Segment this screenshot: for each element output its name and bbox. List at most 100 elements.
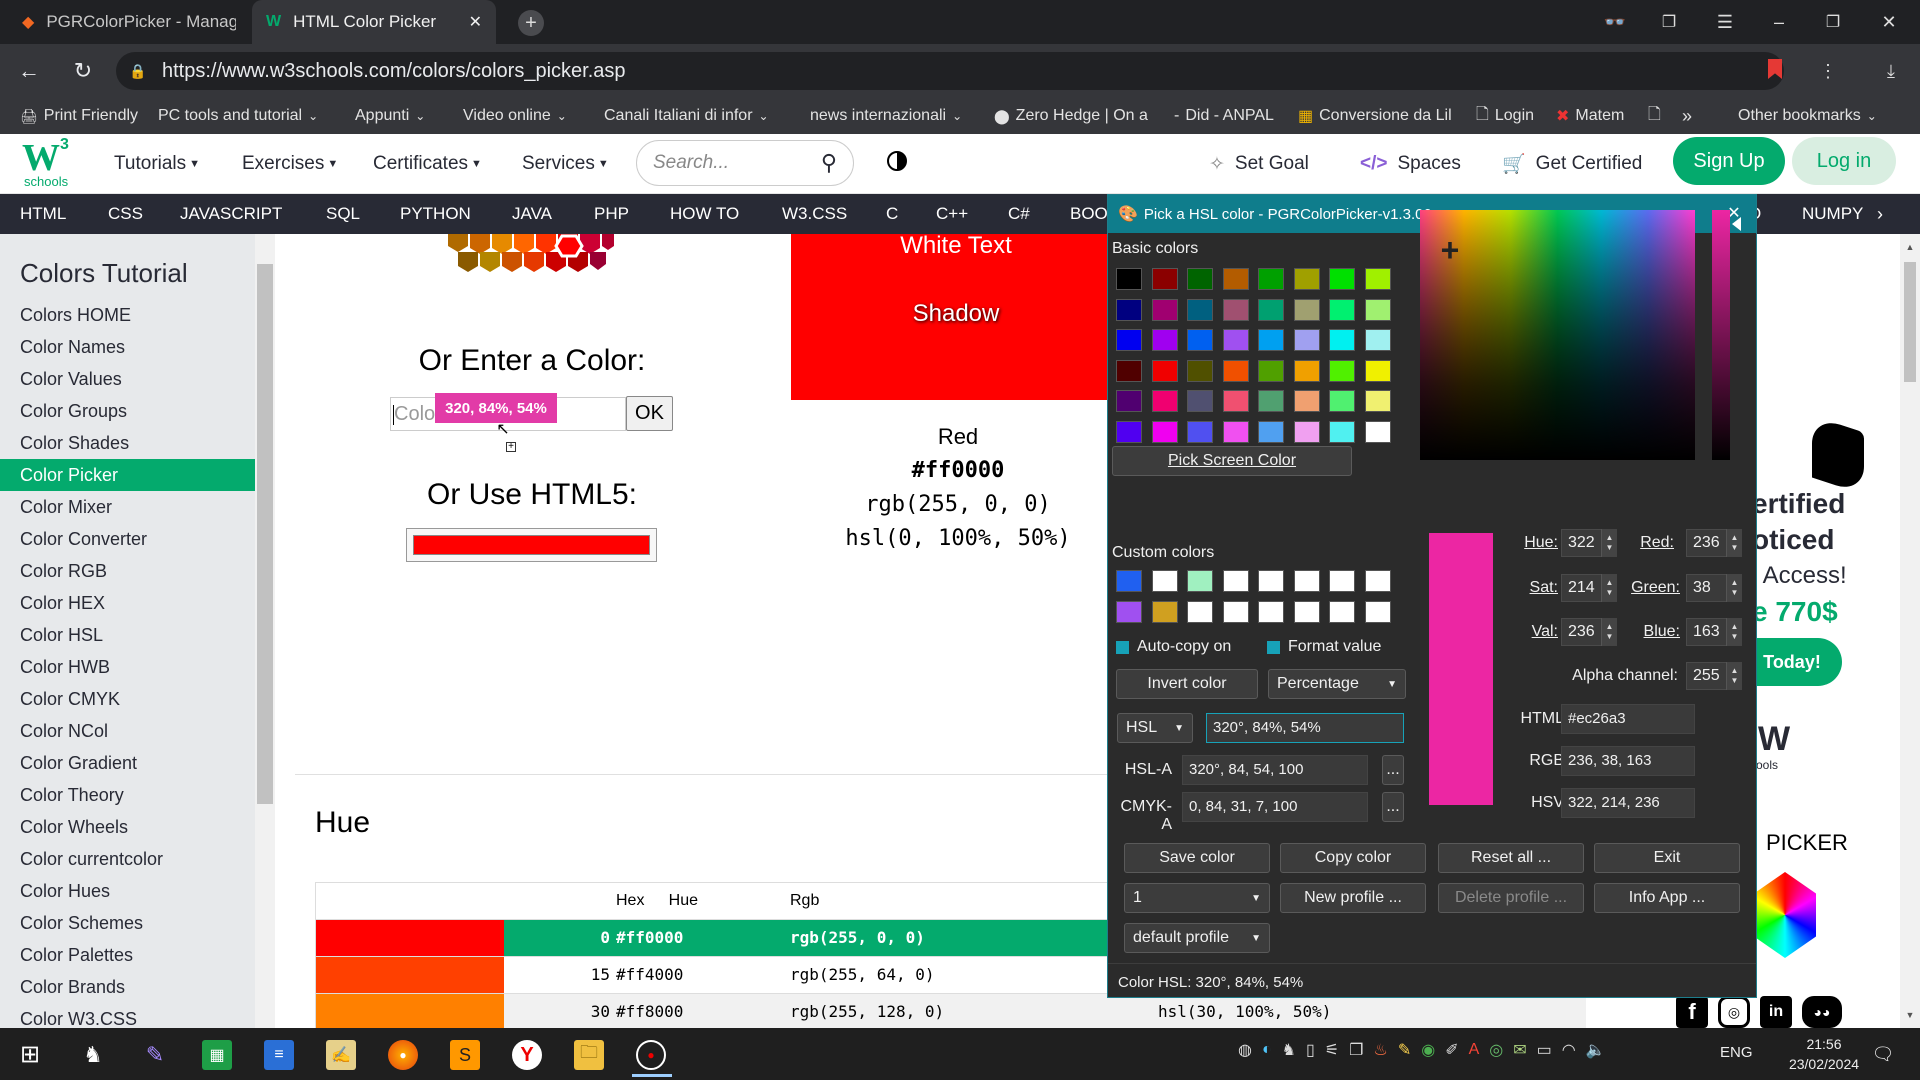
topic-java[interactable]: JAVA <box>512 194 552 234</box>
new-profile-button[interactable]: New profile ... <box>1280 883 1426 913</box>
bookmark-conversione[interactable]: ▦ Conversione da Lil <box>1298 98 1456 134</box>
basic-color-swatch[interactable] <box>1187 298 1213 321</box>
bookmark-canali[interactable]: Canali Italiani di infor ⌄ <box>604 98 776 134</box>
scroll-down-icon[interactable]: ▼ <box>1903 1010 1917 1020</box>
menu-icon[interactable]: ☰ <box>1712 10 1738 34</box>
page-scrollbar[interactable]: ▲ ▼ <box>1900 234 1920 1028</box>
sidebar-item-color-hsl[interactable]: Color HSL <box>0 619 255 651</box>
w3schools-logo[interactable]: W 3 schools <box>20 134 76 194</box>
topic-numpy[interactable]: NUMPY <box>1802 194 1863 234</box>
basic-color-swatch[interactable] <box>1151 298 1178 321</box>
hex-color-wheel[interactable] <box>438 234 624 280</box>
bookmark-login[interactable]: 🗋 Login <box>1476 98 1534 134</box>
basic-color-swatch[interactable] <box>1293 329 1320 351</box>
custom-color-swatch[interactable] <box>1222 570 1249 592</box>
close-tab-icon[interactable]: ✕ <box>469 12 482 32</box>
sidebar-item-color-mixer[interactable]: Color Mixer <box>0 491 255 523</box>
instagram-icon[interactable]: ◎ <box>1718 996 1750 1028</box>
custom-color-swatch[interactable] <box>1329 600 1355 623</box>
basic-color-swatch[interactable] <box>1293 390 1320 412</box>
basic-color-swatch[interactable] <box>1116 298 1142 321</box>
topic-html[interactable]: HTML <box>20 194 66 234</box>
basic-color-swatch[interactable] <box>1329 390 1355 412</box>
more-bookmarks-icon[interactable]: » <box>1682 98 1692 134</box>
sidebar-item-color-theory[interactable]: Color Theory <box>0 779 255 811</box>
alpha-spinner-arrows-icon[interactable]: ▲ ▼ <box>1726 662 1742 690</box>
cmyka-more-button[interactable]: ... <box>1382 792 1404 822</box>
sidebar-item-color-palettes[interactable]: Color Palettes <box>0 939 255 971</box>
invert-color-button[interactable]: Invert color <box>1116 669 1258 699</box>
topic-c[interactable]: C <box>886 194 898 234</box>
bookmark-matem[interactable]: ✖ Matem <box>1556 98 1630 134</box>
topic-css[interactable]: CSS <box>108 194 143 234</box>
custom-color-swatch[interactable] <box>1151 570 1178 592</box>
basic-color-swatch[interactable] <box>1329 420 1355 443</box>
sidebar-item-colors-home[interactable]: Colors HOME <box>0 299 255 331</box>
scroll-up-icon[interactable]: ▲ <box>1903 242 1917 252</box>
basic-color-swatch[interactable] <box>1329 298 1355 321</box>
more-vert-icon[interactable]: ⋮ <box>1818 58 1838 84</box>
topic-csharp[interactable]: C# <box>1008 194 1030 234</box>
sidebar-item-color-currentcolor[interactable]: Color currentcolor <box>0 843 255 875</box>
auto-copy-checkbox[interactable]: Auto-copy on <box>1116 638 1231 656</box>
minimize-icon[interactable]: – <box>1766 10 1792 34</box>
wifi-icon[interactable]: ◠ <box>1562 1040 1576 1060</box>
basic-color-swatch[interactable] <box>1258 268 1284 290</box>
bookmark-pc-tools[interactable]: PC tools and tutorial ⌄ <box>158 98 318 134</box>
custom-color-swatch[interactable] <box>1258 600 1284 623</box>
basic-color-swatch[interactable] <box>1151 268 1178 290</box>
windows-start-icon[interactable]: ⊞ <box>16 1040 44 1068</box>
tray-green-icon[interactable]: ◎ <box>1489 1040 1503 1060</box>
topic-w3css[interactable]: W3.CSS <box>782 194 847 234</box>
maximize-icon[interactable]: ❐ <box>1820 10 1846 34</box>
custom-color-swatch[interactable] <box>1364 600 1391 623</box>
basic-color-swatch[interactable] <box>1187 420 1213 443</box>
tray-color-icon[interactable]: ◐ <box>1262 1041 1272 1059</box>
html-value-field[interactable]: #ec26a3 <box>1561 704 1695 734</box>
ok-button[interactable]: OK <box>626 396 673 431</box>
bookmark-appunti[interactable]: Appunti ⌄ <box>355 98 425 134</box>
hue-spinner-arrows-icon[interactable]: ▲ ▼ <box>1601 529 1617 557</box>
topic-sql[interactable]: SQL <box>326 194 360 234</box>
tray-fire-icon[interactable]: ♨ <box>1373 1040 1387 1060</box>
sidebar-item-color-picker[interactable]: Color Picker <box>0 459 255 491</box>
sidebar-item-color-shades[interactable]: Color Shades <box>0 427 255 459</box>
custom-color-swatch[interactable] <box>1187 570 1213 592</box>
sidebar-item-color-names[interactable]: Color Names <box>0 331 255 363</box>
basic-color-swatch[interactable] <box>1116 268 1142 290</box>
tray-mail-icon[interactable]: ✉ <box>1513 1040 1526 1060</box>
get-certified-link[interactable]: 🛒 Get Certified <box>1502 146 1642 182</box>
sidebar-item-color-converter[interactable]: Color Converter <box>0 523 255 555</box>
incognito-glasses-icon[interactable]: 👓 <box>1600 10 1630 34</box>
blue-spinner-arrows-icon[interactable]: ▲ ▼ <box>1726 618 1742 646</box>
topic-javascript[interactable]: JAVASCRIPT <box>180 194 282 234</box>
custom-color-swatch[interactable] <box>1329 570 1355 592</box>
val-spinner-arrows-icon[interactable]: ▲ ▼ <box>1601 618 1617 646</box>
basic-color-swatch[interactable] <box>1364 298 1391 321</box>
red-spinner-arrows-icon[interactable]: ▲ ▼ <box>1726 529 1742 557</box>
custom-color-swatch[interactable] <box>1222 600 1249 623</box>
basic-color-swatch[interactable] <box>1329 268 1355 290</box>
download-icon[interactable]: ⤓ <box>1878 58 1904 84</box>
value-slider[interactable] <box>1712 210 1730 460</box>
tray-wolf-icon[interactable]: ♞ <box>1282 1040 1296 1060</box>
volume-icon[interactable]: 🔈 <box>1586 1040 1606 1060</box>
basic-color-swatch[interactable] <box>1364 359 1391 382</box>
basic-color-swatch[interactable] <box>1187 268 1213 290</box>
tray-font-icon[interactable]: A <box>1469 1041 1480 1059</box>
hsla-more-button[interactable]: ... <box>1382 755 1404 785</box>
profile-number-select[interactable]: 1 ▼ <box>1124 883 1270 913</box>
app-wolf-icon[interactable]: ♞ <box>78 1040 108 1070</box>
basic-color-swatch[interactable] <box>1151 390 1178 412</box>
reset-all-button[interactable]: Reset all ... <box>1438 843 1584 873</box>
basic-color-swatch[interactable] <box>1222 359 1249 382</box>
app-pen-icon[interactable]: ✎ <box>140 1040 170 1070</box>
basic-color-swatch[interactable] <box>1329 329 1355 351</box>
nav-tutorials[interactable]: Tutorials ▼ <box>114 146 200 182</box>
sidebar-item-color-wheels[interactable]: Color Wheels <box>0 811 255 843</box>
format-select[interactable]: Percentage ▼ <box>1268 669 1406 699</box>
address-bar[interactable]: https://www.w3schools.com/colors/colors_… <box>116 52 1784 90</box>
tray-usb-icon[interactable]: ▯ <box>1306 1040 1315 1060</box>
ad-button[interactable]: Today! <box>1742 638 1842 686</box>
clock[interactable]: 21:56 23/02/2024 <box>1774 1034 1874 1074</box>
